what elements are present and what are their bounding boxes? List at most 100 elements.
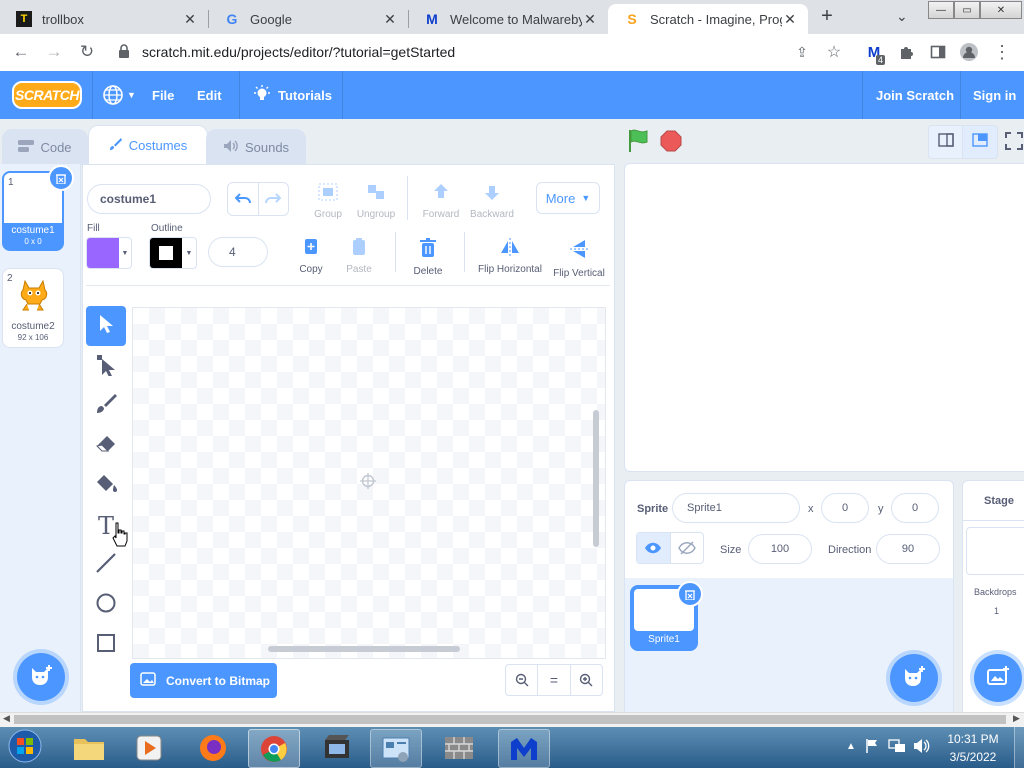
tab-google[interactable]: G Google ✕: [208, 4, 408, 34]
delete-button[interactable]: Delete: [410, 238, 446, 277]
join-scratch-link[interactable]: Join Scratch: [876, 71, 954, 119]
show-eye-icon[interactable]: [637, 533, 671, 563]
show-hidden-icons-chevron-icon[interactable]: ▲: [846, 741, 856, 752]
scratch-logo[interactable]: SCRATCH: [12, 81, 82, 109]
clock-date[interactable]: 3/5/2022: [938, 750, 1008, 764]
fill-color-picker[interactable]: ▼: [86, 237, 132, 269]
group-button[interactable]: Group: [310, 182, 346, 220]
action-center-flag-icon[interactable]: [864, 738, 880, 759]
size-field[interactable]: 100: [748, 534, 812, 564]
url-text[interactable]: scratch.mit.edu/projects/editor/?tutoria…: [142, 44, 455, 60]
back-arrow-icon[interactable]: ←: [9, 40, 33, 64]
maximize-button[interactable]: ▭: [954, 1, 980, 19]
reload-icon[interactable]: ↻: [75, 40, 99, 64]
vertical-scrollbar[interactable]: [593, 410, 599, 547]
tab-malwarebytes[interactable]: M Welcome to Malwarebyte ✕: [408, 4, 608, 34]
lock-icon[interactable]: [118, 44, 130, 61]
firewall-bricks-icon[interactable]: [434, 729, 484, 766]
horizontal-scrollbar[interactable]: [268, 646, 460, 652]
media-player-icon[interactable]: [124, 729, 174, 766]
reshape-tool[interactable]: [88, 349, 124, 385]
eraser-tool[interactable]: [88, 428, 124, 464]
stop-sign-icon[interactable]: [660, 130, 682, 157]
ungroup-button[interactable]: Ungroup: [354, 182, 398, 220]
rectangle-tool[interactable]: [88, 627, 124, 663]
tab-scratch[interactable]: S Scratch - Imagine, Progra ✕: [608, 4, 808, 34]
x-field[interactable]: 0: [821, 493, 869, 523]
tab-costumes[interactable]: Costumes: [88, 125, 208, 165]
direction-field[interactable]: 90: [876, 534, 940, 564]
minimize-button[interactable]: —: [928, 1, 954, 19]
delete-costume-icon[interactable]: [48, 165, 74, 191]
explorer-folder-icon[interactable]: [64, 729, 114, 766]
scroll-left-arrow-icon[interactable]: ◀: [3, 713, 10, 724]
new-tab-button[interactable]: +: [816, 5, 838, 29]
undo-icon[interactable]: [228, 183, 259, 215]
zoom-out-icon[interactable]: [506, 665, 539, 695]
bookmark-star-icon[interactable]: ☆: [822, 40, 846, 64]
clock-time[interactable]: 10:31 PM: [938, 732, 1008, 746]
y-field[interactable]: 0: [891, 493, 939, 523]
delete-sprite-icon[interactable]: [677, 581, 703, 607]
choose-backdrop-button[interactable]: [974, 654, 1022, 702]
convert-to-bitmap-button[interactable]: Convert to Bitmap: [130, 663, 277, 698]
kebab-menu-icon[interactable]: ⋮: [990, 40, 1014, 64]
malwarebytes-taskbar-icon[interactable]: [498, 729, 550, 768]
show-desktop-button[interactable]: [1014, 727, 1024, 768]
hide-eye-icon[interactable]: [671, 533, 704, 563]
scrollbar-thumb[interactable]: [14, 715, 1006, 724]
green-flag-icon[interactable]: [627, 128, 651, 159]
menu-tutorials[interactable]: Tutorials: [253, 71, 332, 119]
fullscreen-icon[interactable]: [1004, 131, 1024, 156]
copy-button[interactable]: Copy: [296, 238, 326, 275]
more-button[interactable]: More ▼: [536, 182, 600, 214]
costume-tile-2[interactable]: 2 costume2 92 x 106: [2, 268, 64, 348]
backward-button[interactable]: Backward: [468, 182, 516, 220]
share-icon[interactable]: ⇪: [790, 40, 814, 64]
close-icon[interactable]: ✕: [182, 11, 198, 28]
control-panel-icon[interactable]: [370, 729, 422, 768]
zoom-in-icon[interactable]: [571, 665, 602, 695]
select-tool[interactable]: [86, 306, 126, 346]
tab-trollbox[interactable]: T trollbox ✕: [0, 4, 208, 34]
firefox-icon[interactable]: [188, 729, 238, 766]
small-stage-button[interactable]: [928, 125, 964, 159]
stage-canvas[interactable]: [624, 163, 1024, 472]
menu-file[interactable]: File: [152, 71, 174, 119]
sprite-name-field[interactable]: Sprite1: [672, 493, 800, 523]
volume-speaker-icon[interactable]: [913, 738, 931, 759]
start-button[interactable]: [4, 728, 46, 768]
outline-color-picker[interactable]: ▼: [149, 237, 197, 269]
close-window-button[interactable]: ✕: [980, 1, 1022, 19]
movie-maker-icon[interactable]: [312, 729, 362, 766]
brush-tool[interactable]: [88, 388, 124, 424]
sign-in-link[interactable]: Sign in: [973, 71, 1016, 119]
close-icon[interactable]: ✕: [782, 11, 798, 28]
redo-icon[interactable]: [259, 183, 289, 215]
puzzle-icon[interactable]: [894, 40, 918, 64]
menu-edit[interactable]: Edit: [197, 71, 222, 119]
close-icon[interactable]: ✕: [582, 11, 598, 28]
outline-width-field[interactable]: 4: [208, 237, 268, 267]
choose-costume-button[interactable]: [17, 653, 65, 701]
choose-sprite-button[interactable]: [890, 654, 938, 702]
side-panel-icon[interactable]: [926, 40, 950, 64]
circle-tool[interactable]: [88, 587, 124, 623]
zoom-reset-button[interactable]: =: [538, 665, 571, 695]
network-icon[interactable]: [888, 738, 906, 759]
tab-sounds[interactable]: Sounds: [206, 129, 306, 165]
tab-code[interactable]: Code: [2, 129, 88, 165]
chrome-icon[interactable]: [248, 729, 300, 768]
flip-horizontal-button[interactable]: Flip Horizontal: [476, 238, 544, 275]
tab-search-chevron-icon[interactable]: ⌄: [896, 8, 908, 25]
forward-button[interactable]: Forward: [420, 182, 462, 220]
fill-tool[interactable]: [88, 467, 124, 503]
flip-vertical-button[interactable]: Flip Vertical: [550, 238, 608, 279]
forward-arrow-icon[interactable]: →: [42, 40, 66, 64]
costume-name-field[interactable]: costume1: [87, 184, 211, 214]
scroll-right-arrow-icon[interactable]: ▶: [1013, 713, 1020, 724]
close-icon[interactable]: ✕: [382, 11, 398, 28]
normal-stage-button[interactable]: [962, 125, 998, 159]
profile-avatar-icon[interactable]: [957, 40, 981, 64]
paste-button[interactable]: Paste: [344, 238, 374, 275]
